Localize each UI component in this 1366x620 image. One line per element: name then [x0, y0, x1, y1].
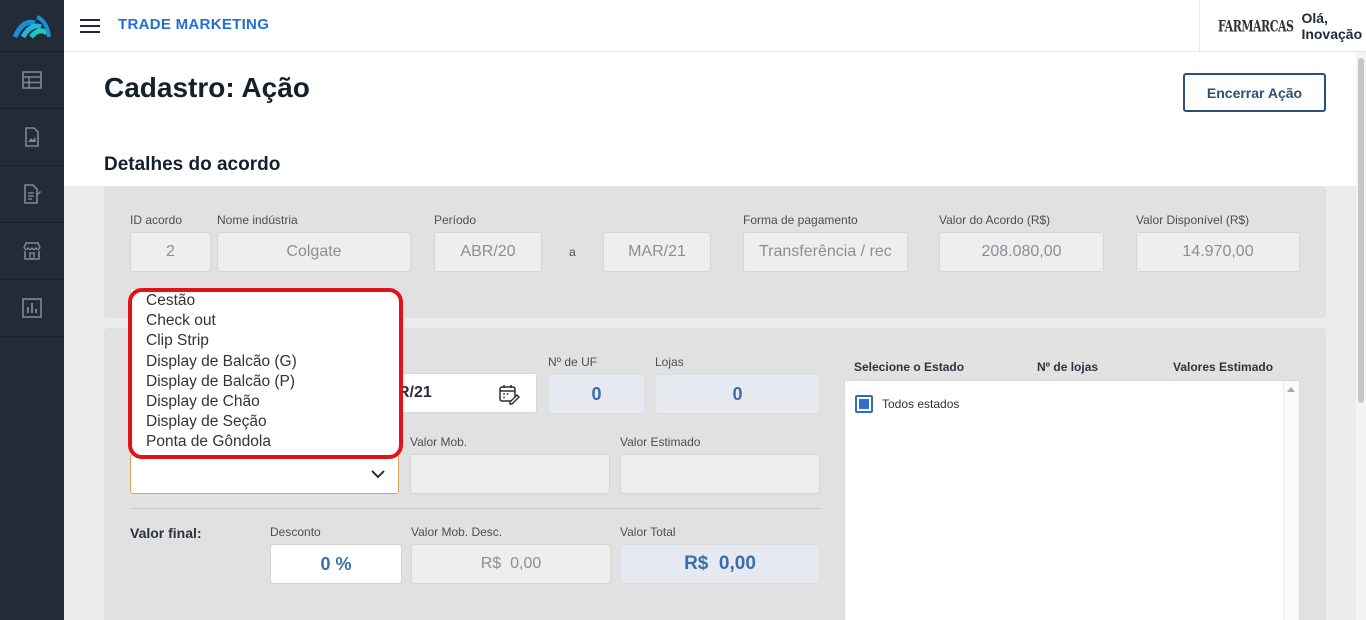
dropdown-option[interactable]: Display de Chão: [146, 392, 399, 412]
dropdown-option[interactable]: Display de Balcão (P): [146, 372, 399, 392]
date-input[interactable]: R/21: [394, 373, 537, 413]
section-title: Detalhes do acordo: [104, 154, 281, 175]
material-select[interactable]: [130, 454, 399, 494]
sidebar-item-tables[interactable]: [0, 52, 64, 109]
mob-label: Valor Mob.: [410, 435, 468, 449]
sidebar: [0, 0, 64, 620]
wave-logo-icon: [13, 14, 51, 39]
image-document-icon: [25, 127, 39, 147]
bar-chart-icon: [22, 298, 42, 318]
dropdown-option[interactable]: Ponta de Gôndola: [146, 432, 399, 452]
period-label: Período: [434, 213, 477, 227]
dropdown-option[interactable]: Display de Seção: [146, 412, 399, 432]
table-icon: [22, 71, 42, 89]
date-value: R/21: [398, 384, 432, 401]
available-value-field: 14.970,00: [1136, 232, 1300, 272]
end-action-button[interactable]: Encerrar Ação: [1183, 73, 1326, 112]
sidebar-item-dashboard[interactable]: [0, 280, 64, 337]
values-column-header: Valores Estimado: [1173, 360, 1274, 374]
page-title: Cadastro: Ação: [104, 72, 310, 103]
agreement-value-label: Valor do Acordo (R$): [939, 213, 1051, 227]
checkbox-checked-icon[interactable]: [855, 395, 873, 413]
scroll-up-arrow-icon[interactable]: [1287, 387, 1295, 392]
dropdown-options: Cestão Check out Clip Strip Display de Balc…: [132, 292, 399, 453]
user-greeting: Olá, Inovação: [1301, 10, 1363, 42]
sidebar-item-media[interactable]: [0, 109, 64, 166]
calendar-edit-icon[interactable]: [498, 383, 520, 405]
all-states-label: Todos estados: [882, 397, 960, 411]
state-list-scrollbar[interactable]: [1283, 381, 1299, 620]
payment-field: Transferência / rec: [743, 232, 908, 272]
estimated-label: Valor Estimado: [620, 435, 701, 449]
top-bar: TRADE MARKETING FARMARCAS Olá, Inovação: [64, 0, 1366, 52]
stores-field: 0: [655, 374, 820, 414]
stores-label: Lojas: [655, 355, 684, 369]
user-area[interactable]: FARMARCAS Olá, Inovação: [1199, 0, 1366, 52]
industry-label: Nome indústria: [217, 213, 298, 227]
dropdown-option[interactable]: Display de Balcão (G): [146, 352, 399, 372]
discount-label: Desconto: [270, 525, 321, 539]
stores-column-header: Nº de lojas: [1037, 360, 1099, 374]
mob-desc-field: R$ 0,00: [411, 544, 611, 584]
period-to-field: MAR/21: [603, 232, 711, 272]
estimated-field: [620, 454, 820, 494]
form-divider: [130, 508, 820, 509]
hamburger-menu-icon[interactable]: [80, 15, 102, 37]
state-column-header: Selecione o Estado: [854, 360, 965, 374]
mob-desc-label: Valor Mob. Desc.: [411, 525, 503, 539]
agreement-value-field: 208.080,00: [939, 232, 1104, 272]
uf-field: 0: [548, 374, 645, 414]
dropdown-option[interactable]: Clip Strip: [146, 331, 399, 351]
dropdown-option[interactable]: Cestão: [146, 292, 399, 311]
period-from-field: ABR/20: [434, 232, 542, 272]
report-document-icon: [24, 184, 41, 204]
page-scrollbar[interactable]: [1356, 52, 1366, 620]
industry-field: Colgate: [217, 232, 411, 272]
state-list: Todos estados: [844, 380, 1300, 620]
all-states-checkbox[interactable]: Todos estados: [855, 395, 959, 413]
dropdown-option[interactable]: Check out: [146, 311, 399, 331]
period-separator: a: [569, 245, 576, 259]
total-label: Valor Total: [620, 525, 676, 539]
payment-label: Forma de pagamento: [743, 213, 858, 227]
final-value-label: Valor final:: [130, 525, 202, 541]
id-label: ID acordo: [130, 213, 183, 227]
app-logo[interactable]: [0, 0, 64, 52]
mob-field: [410, 454, 610, 494]
sidebar-item-reports[interactable]: [0, 166, 64, 223]
sidebar-item-stores[interactable]: [0, 223, 64, 280]
uf-label: Nº de UF: [548, 355, 598, 369]
app-title: TRADE MARKETING: [118, 16, 270, 33]
total-field: R$ 0,00: [620, 544, 820, 584]
chevron-down-icon[interactable]: [370, 466, 386, 482]
material-dropdown-menu: Cestão Check out Clip Strip Display de Balc…: [128, 288, 403, 459]
discount-input[interactable]: 0 %: [270, 544, 402, 584]
brand-logo: FARMARCAS: [1218, 16, 1294, 36]
available-value-label: Valor Disponível (R$): [1136, 213, 1250, 227]
scroll-thumb[interactable]: [1358, 58, 1364, 403]
store-icon: [23, 242, 41, 260]
id-field: 2: [130, 232, 211, 272]
